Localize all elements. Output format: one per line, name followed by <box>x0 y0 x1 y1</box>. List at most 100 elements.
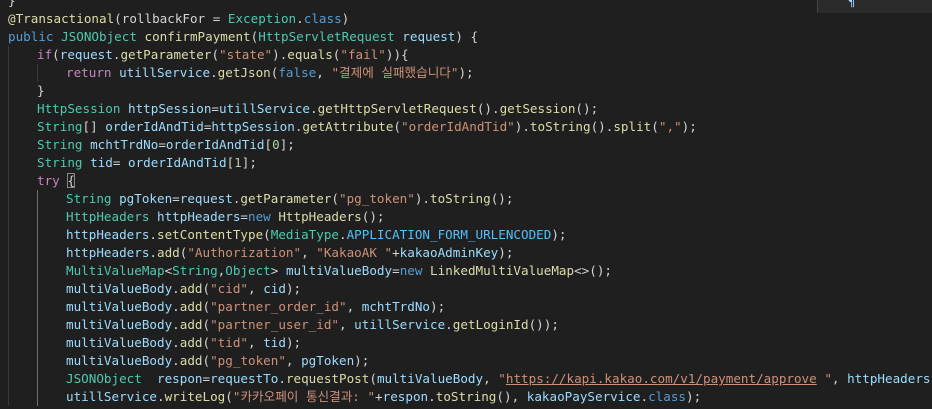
code-token: split <box>613 119 652 134</box>
code-token: tid <box>263 335 286 350</box>
code-text: HttpHeaders httpHeaders=new HttpHeaders(… <box>66 208 385 226</box>
code-token: , <box>831 371 848 386</box>
code-text: @Transactional(rollbackFor = Exception.c… <box>8 10 349 28</box>
code-token: multiValueBody <box>66 317 173 332</box>
code-token: String <box>37 119 83 134</box>
code-text: return utillService.getJson(false, "결제에 … <box>66 64 474 82</box>
code-token: " <box>498 371 506 386</box>
code-token: getHttpServletRequest <box>317 101 477 116</box>
code-token: . <box>149 227 157 242</box>
code-token: = <box>172 191 180 206</box>
code-token: ). <box>272 47 288 62</box>
indent-guide <box>8 136 9 154</box>
code-line[interactable]: String[] orderIdAndTid=httpSession.getAt… <box>0 118 932 136</box>
code-line[interactable]: utillService.writeLog("카카오페이 통신결과: "+res… <box>0 388 932 406</box>
code-token: respon <box>382 389 429 404</box>
code-token: . <box>172 281 180 296</box>
code-token: ( <box>202 353 211 368</box>
indent-guide <box>8 64 9 82</box>
code-token: equals <box>287 47 333 62</box>
code-token: , <box>316 65 332 80</box>
code-line[interactable]: try { <box>0 172 932 190</box>
code-token: ); <box>285 281 302 296</box>
code-line[interactable]: multiValueBody.add("partner_user_id", ut… <box>0 316 932 334</box>
code-token: JSONObject <box>61 29 145 44</box>
code-token: ); <box>458 65 474 80</box>
code-text: String tid= orderIdAndTid[1]; <box>37 154 257 172</box>
code-token: ( <box>202 299 211 314</box>
code-line[interactable]: HttpSession httpSession=utillService.get… <box>0 100 932 118</box>
code-line[interactable]: String mchtTrdNo=orderIdAndTid[0]; <box>0 136 932 154</box>
code-editor[interactable]: } @Transactional(rollbackFor = Exception.… <box>0 0 932 409</box>
code-line[interactable]: httpHeaders.add("Authorization", "KakaoA… <box>0 244 932 262</box>
pilcrow-icon[interactable]: ¶ <box>848 0 855 9</box>
code-token: tid <box>90 155 113 170</box>
code-token: . <box>428 389 436 404</box>
code-token: utillService <box>119 65 211 80</box>
code-token: APPLICATION_FORM_URLENCODED <box>346 227 552 242</box>
code-token: add <box>179 281 203 296</box>
code-text: httpHeaders.setContentType(MediaType.APP… <box>66 226 566 244</box>
code-token: 0 <box>272 137 280 152</box>
code-token: ); <box>551 227 567 242</box>
code-text: multiValueBody.add("cid", cid); <box>66 280 301 298</box>
code-line[interactable]: multiValueBody.add("partner_order_id", m… <box>0 298 932 316</box>
code-line[interactable]: MultiValueMap<String,Object> multiValueB… <box>0 262 932 280</box>
indent-guide <box>37 244 38 262</box>
code-token: ( <box>393 119 402 134</box>
code-line[interactable]: public JSONObject confirmPayment(HttpSer… <box>0 28 932 46</box>
code-token: getParameter <box>240 191 332 206</box>
code-line[interactable]: httpHeaders.setContentType(MediaType.APP… <box>0 226 932 244</box>
code-token: = <box>240 209 248 224</box>
code-token: httpSession <box>128 101 212 116</box>
code-token: String <box>172 263 218 278</box>
code-token[interactable]: https://kapi.kakao.com/v1/payment/approv… <box>506 371 817 386</box>
code-token: new <box>248 209 279 224</box>
indent-guide <box>8 190 9 208</box>
code-line[interactable]: multiValueBody.add("pg_token", pgToken); <box>0 352 932 370</box>
code-token: <>(); <box>574 263 613 278</box>
indent-guide <box>37 262 38 280</box>
indent-guide <box>8 334 9 352</box>
code-line[interactable]: String tid= orderIdAndTid[1]; <box>0 154 932 172</box>
code-token: class <box>648 389 686 404</box>
code-token: . <box>640 389 649 404</box>
code-line[interactable]: multiValueBody.add("tid", tid); <box>0 334 932 352</box>
code-line[interactable]: multiValueBody.add("cid", cid); <box>0 280 932 298</box>
code-token: ( <box>202 335 211 350</box>
code-token: + <box>392 245 400 260</box>
code-token: ); <box>681 119 697 134</box>
code-text: if(request.getParameter("state").equals(… <box>37 46 409 64</box>
code-token: mchtTrdNo <box>361 299 430 314</box>
code-line[interactable]: @Transactional(rollbackFor = Exception.c… <box>0 10 932 28</box>
code-token: "state" <box>219 47 273 62</box>
code-token: MediaType <box>270 227 339 242</box>
code-line[interactable]: return utillService.getJson(false, "결제에 … <box>0 64 932 82</box>
code-token: mchtTrdNo <box>90 137 159 152</box>
code-token: . <box>296 11 304 26</box>
code-token: httpHeaders <box>157 209 241 224</box>
indent-guide <box>37 280 38 298</box>
code-line[interactable]: } <box>0 0 932 10</box>
code-token: class <box>303 11 342 26</box>
indent-guide <box>8 352 9 370</box>
code-token: , <box>339 317 355 332</box>
code-token: (). <box>590 119 614 134</box>
find-widget-corner[interactable]: ¶ <box>817 0 932 13</box>
code-token: "orderIdAndTid" <box>401 119 515 134</box>
code-token: ). <box>514 119 530 134</box>
indent-guide <box>8 298 9 316</box>
code-token: , <box>248 281 264 296</box>
code-token: ( <box>651 119 659 134</box>
indent-guide <box>8 46 9 64</box>
code-line[interactable]: JSONObject respon=requestTo.requestPost(… <box>0 370 932 388</box>
code-line[interactable]: if(request.getParameter("state").equals(… <box>0 46 932 64</box>
code-token: , <box>301 245 317 260</box>
code-line[interactable]: String pgToken=request.getParameter("pg_… <box>0 190 932 208</box>
code-line[interactable]: } <box>0 82 932 100</box>
code-token: (rollbackFor = <box>114 11 228 26</box>
indent-guide <box>8 226 9 244</box>
code-line[interactable]: HttpHeaders httpHeaders=new HttpHeaders(… <box>0 208 932 226</box>
code-token: try <box>37 173 68 188</box>
code-text: } <box>37 82 45 100</box>
